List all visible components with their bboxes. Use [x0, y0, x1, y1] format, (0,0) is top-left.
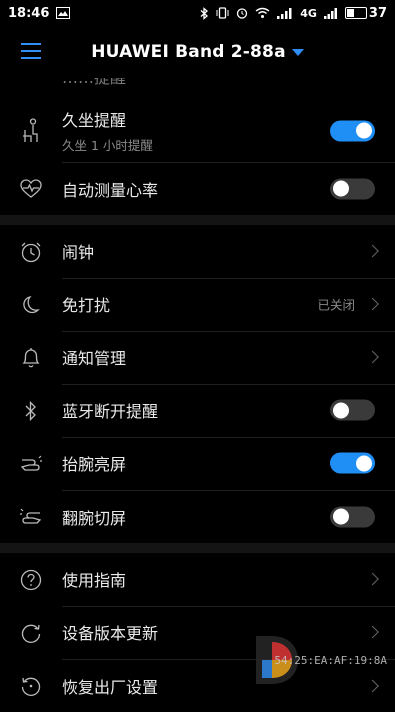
watermark: 54:25:EA:AF:19:8A	[250, 632, 387, 688]
signal-icon-2	[323, 7, 338, 19]
bluetooth-disconnect-row[interactable]: 蓝牙断开提醒	[0, 384, 395, 438]
wrist-flip-icon	[0, 508, 62, 526]
bell-icon	[0, 347, 62, 369]
heart-rate-toggle[interactable]	[330, 178, 375, 199]
heart-rate-row[interactable]: 自动测量心率	[0, 162, 395, 215]
bluetooth-disconnect-label: 蓝牙断开提醒	[62, 402, 159, 421]
user-guide-row[interactable]: 使用指南	[0, 553, 395, 607]
user-guide-label: 使用指南	[62, 571, 127, 590]
partial-row: ……提醒	[0, 78, 395, 100]
raise-wrist-toggle[interactable]	[330, 452, 375, 474]
dropdown-caret-icon	[291, 48, 304, 56]
mac-address-watermark: 54:25:EA:AF:19:8A	[274, 653, 387, 667]
update-icon	[0, 622, 62, 644]
status-time: 18:46	[8, 5, 50, 21]
moon-icon	[0, 295, 62, 315]
sedentary-subtitle: 久坐 1 小时提醒	[62, 138, 153, 153]
reset-icon	[0, 675, 62, 697]
alarm-label: 闹钟	[62, 243, 95, 262]
dnd-status-value: 已关闭	[317, 297, 355, 313]
bluetooth-icon	[0, 400, 62, 422]
signal-icon	[277, 7, 293, 19]
heart-rate-icon	[0, 178, 62, 199]
app-header: HUAWEI Band 2-88a	[0, 26, 395, 78]
wifi-icon	[255, 7, 270, 19]
alarm-clock-icon	[0, 241, 62, 263]
heart-rate-label: 自动测量心率	[62, 180, 159, 200]
network-type-label: 4G	[300, 6, 317, 20]
alarm-status-icon	[236, 7, 248, 19]
device-selector[interactable]: HUAWEI Band 2-88a	[0, 42, 395, 62]
notification-label: 通知管理	[62, 349, 127, 368]
menu-icon[interactable]	[21, 43, 41, 64]
image-notification-icon	[56, 7, 71, 19]
battery-icon	[344, 7, 367, 19]
status-bar: 18:46 4G 37	[0, 0, 395, 26]
battery-indicator: 37	[344, 5, 387, 21]
battery-percent: 37	[368, 5, 387, 21]
sedentary-reminder-row[interactable]: 久坐提醒 久坐 1 小时提醒	[0, 100, 395, 163]
notification-management-row[interactable]: 通知管理	[0, 331, 395, 385]
wrist-flip-label: 翻腕切屏	[62, 508, 127, 528]
partial-row-label: ……提醒	[62, 78, 375, 88]
section-divider	[0, 543, 395, 553]
raise-wrist-row[interactable]: 抬腕亮屏	[0, 437, 395, 491]
alarm-row[interactable]: 闹钟	[0, 225, 395, 279]
raise-wrist-icon	[0, 455, 62, 473]
device-title: HUAWEI Band 2-88a	[91, 42, 286, 62]
sedentary-toggle[interactable]	[330, 120, 375, 141]
sedentary-label: 久坐提醒	[62, 111, 127, 130]
bluetooth-disconnect-toggle[interactable]	[330, 399, 375, 421]
vibrate-icon	[216, 7, 229, 19]
raise-wrist-label: 抬腕亮屏	[62, 455, 127, 474]
sedentary-icon	[0, 118, 62, 144]
section-divider	[0, 215, 395, 225]
wrist-flip-row[interactable]: 翻腕切屏	[0, 490, 395, 543]
wrist-flip-toggle[interactable]	[330, 506, 375, 527]
help-icon	[0, 569, 62, 591]
dnd-row[interactable]: 免打扰 已关闭	[0, 278, 395, 332]
bluetooth-status-icon	[200, 6, 209, 20]
